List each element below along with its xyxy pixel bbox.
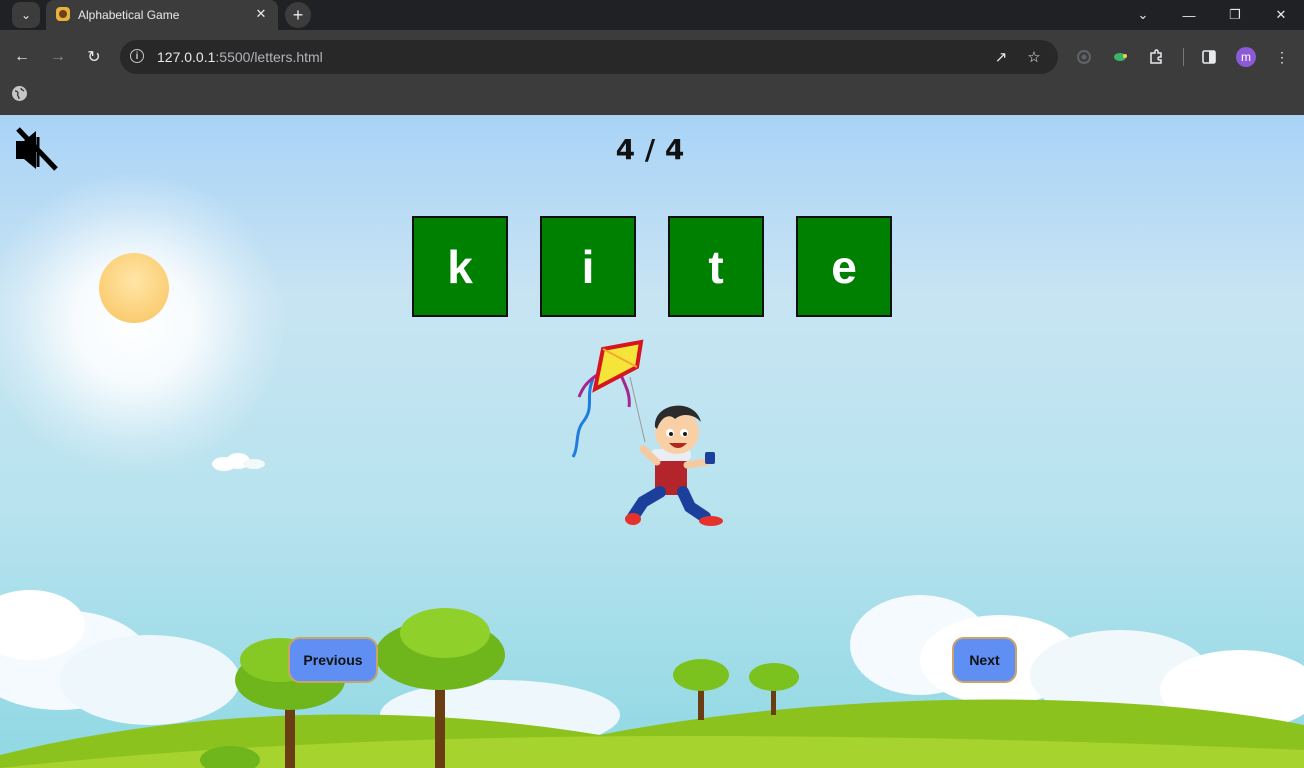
tab-search-icon[interactable]: ⌄: [12, 2, 40, 28]
small-cloud: [212, 453, 265, 471]
info-icon[interactable]: i: [130, 49, 144, 63]
close-window-icon[interactable]: ✕: [1258, 0, 1304, 30]
globe-icon[interactable]: [12, 86, 27, 101]
bookmarks-bar: [0, 84, 1304, 115]
previous-button[interactable]: Previous: [288, 637, 378, 683]
more-vert-icon[interactable]: ⋮: [1271, 46, 1293, 68]
sun: [99, 253, 169, 323]
back-icon[interactable]: ←: [9, 44, 35, 70]
restore-icon[interactable]: ❐: [1212, 0, 1258, 30]
chevron-down-icon[interactable]: ⌄: [1120, 0, 1166, 30]
url-text: 127.0.0.1:5500/letters.html: [157, 49, 323, 65]
minimize-icon[interactable]: —: [1166, 0, 1212, 30]
sun-glow: [0, 173, 284, 473]
sound-muted-icon[interactable]: [14, 127, 58, 173]
new-tab-plus-icon[interactable]: +: [285, 2, 311, 28]
letter-tiles: k i t e: [412, 216, 892, 317]
url-path: :5500/letters.html: [215, 49, 323, 65]
letter-tile[interactable]: t: [668, 216, 764, 317]
close-icon[interactable]: ✕: [252, 5, 270, 23]
toolbar-separator: [1183, 48, 1184, 66]
boy-with-kite-image: [571, 339, 723, 526]
extensions-icon[interactable]: [1145, 46, 1167, 68]
browser-toolbar: ← → ↻ i 127.0.0.1:5500/letters.html ↗ ☆ …: [0, 30, 1304, 84]
tab-title: Alphabetical Game: [78, 8, 180, 22]
address-bar[interactable]: i 127.0.0.1:5500/letters.html ↗ ☆: [120, 40, 1058, 74]
active-tab[interactable]: Alphabetical Game ✕: [46, 0, 278, 30]
tab-favicon-icon: [56, 7, 70, 21]
star-icon[interactable]: ☆: [1023, 46, 1045, 68]
progress-counter: 4 / 4: [615, 133, 685, 166]
letter-tile[interactable]: k: [412, 216, 508, 317]
letter-tile[interactable]: i: [540, 216, 636, 317]
game-page: 4 / 4 k i t e Previous Next: [0, 115, 1304, 768]
letter-tile[interactable]: e: [796, 216, 892, 317]
forward-icon[interactable]: →: [45, 44, 71, 70]
profile-avatar[interactable]: m: [1236, 47, 1256, 67]
reload-icon[interactable]: ↻: [81, 44, 107, 70]
side-panel-icon[interactable]: [1198, 46, 1220, 68]
tab-strip: ⌄ Alphabetical Game ✕ + ⌄ — ❐ ✕: [0, 0, 1304, 30]
share-icon[interactable]: ↗: [990, 46, 1012, 68]
extension-turtle-icon[interactable]: [1109, 46, 1131, 68]
extension-record-icon[interactable]: [1073, 46, 1095, 68]
grassy-hills-scenery: [0, 590, 1304, 768]
url-host: 127.0.0.1: [157, 49, 216, 65]
next-button[interactable]: Next: [952, 637, 1017, 683]
